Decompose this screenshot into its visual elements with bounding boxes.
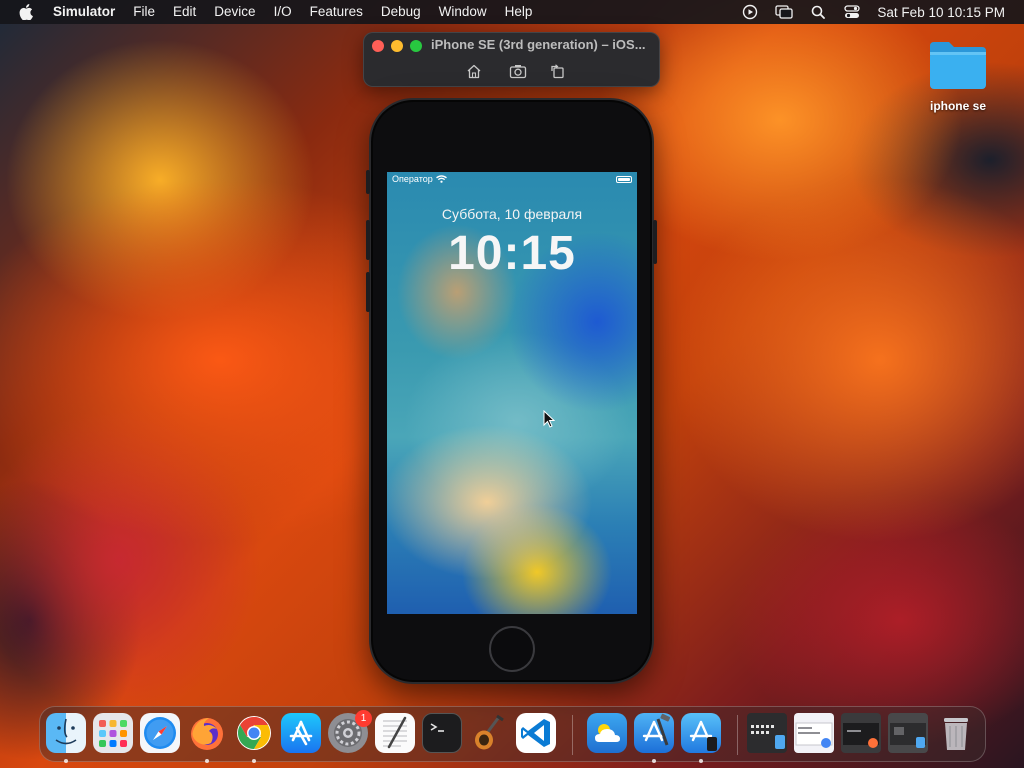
- menu-clock[interactable]: Sat Feb 10 10:15 PM: [869, 5, 1024, 20]
- folder-icon: [930, 42, 986, 89]
- control-center-icon[interactable]: [835, 0, 869, 24]
- instruments-icon[interactable]: [469, 713, 509, 753]
- minimized-window-firefox-icon[interactable]: [841, 713, 881, 753]
- menu-window[interactable]: Window: [430, 0, 496, 24]
- app-store-icon[interactable]: [281, 713, 321, 753]
- window-close-button[interactable]: [372, 40, 384, 52]
- home-button[interactable]: [489, 626, 535, 672]
- volume-down-button[interactable]: [366, 272, 370, 312]
- menu-app-name[interactable]: Simulator: [52, 0, 124, 24]
- simulator-window-title: iPhone SE (3rd generation) – iOS...: [431, 37, 646, 52]
- simulator-icon[interactable]: [681, 713, 721, 753]
- terminal-icon[interactable]: [422, 713, 462, 753]
- firefox-running-indicator: [205, 759, 209, 763]
- lock-screen[interactable]: Оператор Суббота, 10 февраля 10:15: [387, 172, 637, 614]
- finder-icon[interactable]: [46, 713, 86, 753]
- notification-badge: 1: [355, 710, 372, 727]
- mouse-cursor-icon: [543, 409, 556, 433]
- desktop-folder[interactable]: iphone se: [918, 38, 998, 113]
- trash-icon[interactable]: [936, 713, 976, 753]
- dock-separator: [737, 715, 738, 755]
- menu-io[interactable]: I/O: [265, 0, 301, 24]
- window-minimize-button[interactable]: [391, 40, 403, 52]
- minimized-window-xcode-icon[interactable]: [888, 713, 928, 753]
- screenshot-icon[interactable]: [507, 61, 529, 81]
- screen-mirroring-icon[interactable]: [767, 0, 801, 24]
- silent-switch[interactable]: [366, 170, 370, 194]
- minimized-window-keyboard-icon[interactable]: [747, 713, 787, 753]
- chrome-icon[interactable]: [234, 713, 274, 753]
- chrome-running-indicator: [252, 759, 256, 763]
- window-maximize-button[interactable]: [410, 40, 422, 52]
- safari-icon[interactable]: [140, 713, 180, 753]
- textedit-icon[interactable]: [375, 713, 415, 753]
- firefox-icon[interactable]: [187, 713, 227, 753]
- dock-separator: [572, 715, 573, 755]
- carrier-label: Оператор: [392, 174, 433, 184]
- wifi-icon: [435, 175, 447, 183]
- rotate-icon[interactable]: [547, 61, 569, 81]
- xcode-running-indicator: [652, 759, 656, 763]
- menu-bar: Simulator File Edit Device I/O Features …: [0, 0, 1024, 24]
- menu-device[interactable]: Device: [205, 0, 264, 24]
- finder-running-indicator: [64, 759, 68, 763]
- menu-edit[interactable]: Edit: [164, 0, 205, 24]
- menu-file[interactable]: File: [124, 0, 164, 24]
- apple-menu-icon[interactable]: [0, 0, 52, 24]
- battery-icon: [616, 176, 632, 183]
- menu-debug[interactable]: Debug: [372, 0, 430, 24]
- status-carrier: Оператор: [392, 174, 447, 184]
- play-circle-icon[interactable]: [733, 0, 767, 24]
- vscode-icon[interactable]: [516, 713, 556, 753]
- xcode-icon[interactable]: [634, 713, 674, 753]
- simulator-running-indicator: [699, 759, 703, 763]
- side-power-button[interactable]: [653, 220, 657, 264]
- iphone-device-frame: Оператор Суббота, 10 февраля 10:15: [366, 98, 657, 684]
- weather-icon[interactable]: [587, 713, 627, 753]
- lock-screen-time: 10:15: [448, 227, 576, 280]
- home-icon[interactable]: [463, 61, 485, 81]
- menu-features[interactable]: Features: [301, 0, 372, 24]
- search-icon[interactable]: [801, 0, 835, 24]
- simulator-window-toolbar[interactable]: iPhone SE (3rd generation) – iOS...: [363, 32, 660, 87]
- volume-up-button[interactable]: [366, 220, 370, 260]
- lock-screen-date: Суббота, 10 февраля: [441, 206, 583, 222]
- menu-help[interactable]: Help: [496, 0, 542, 24]
- dock: [39, 706, 986, 763]
- folder-label: iphone se: [929, 99, 986, 113]
- minimized-window-browser-icon[interactable]: [794, 713, 834, 753]
- launchpad-icon[interactable]: [93, 713, 133, 753]
